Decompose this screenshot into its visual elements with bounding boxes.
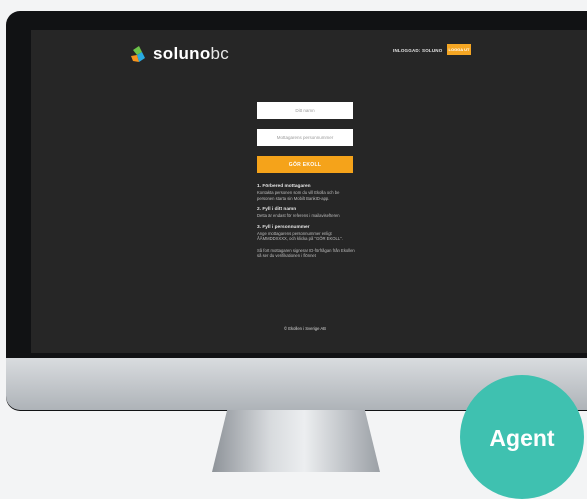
- step-text: Kontakta personen som du vill Ekolla och…: [257, 190, 340, 201]
- brand-name: solunobc: [153, 44, 229, 64]
- logout-button[interactable]: LOGGA UT: [447, 44, 471, 55]
- brand-logo[interactable]: solunobc: [129, 44, 229, 64]
- instructions: 1. Förbered mottagaren Kontakta personen…: [257, 184, 357, 259]
- instruction-step: 3. Fyll i personnummer Ange mottagarens …: [257, 225, 357, 242]
- step-text: Detta är endast för referens i mailavise…: [257, 213, 340, 218]
- submit-ekoll-button[interactable]: GÖR EKOLL: [257, 156, 353, 173]
- brand-name-main: soluno: [153, 44, 211, 63]
- name-input[interactable]: [257, 102, 353, 119]
- ekoll-form: GÖR EKOLL: [257, 102, 353, 173]
- brand-logo-mark-icon: [131, 46, 145, 62]
- info-note: Så fort mottagaren signerar ID-förfrågan…: [257, 247, 355, 259]
- instruction-step: 1. Förbered mottagaren Kontakta personen…: [257, 184, 357, 201]
- personal-number-input[interactable]: [257, 129, 353, 146]
- footer-copyright: © Ekollen i Sverige AB: [284, 326, 326, 331]
- step-text: Ange mottagarens personnummer enligt ÅÅM…: [257, 230, 343, 242]
- agent-badge: Agent: [460, 375, 584, 499]
- monitor-stand: [212, 410, 380, 472]
- brand-name-suffix: bc: [210, 44, 230, 63]
- logged-in-link[interactable]: INLOGGAD: SOLUNO: [393, 48, 442, 53]
- instruction-step: 2. Fyll i ditt namn Detta är endast för …: [257, 207, 357, 219]
- screen: solunobc INLOGGAD: SOLUNO LOGGA UT GÖR E…: [31, 30, 587, 353]
- monitor-display: solunobc INLOGGAD: SOLUNO LOGGA UT GÖR E…: [6, 11, 587, 411]
- top-nav: solunobc INLOGGAD: SOLUNO LOGGA UT: [31, 30, 587, 66]
